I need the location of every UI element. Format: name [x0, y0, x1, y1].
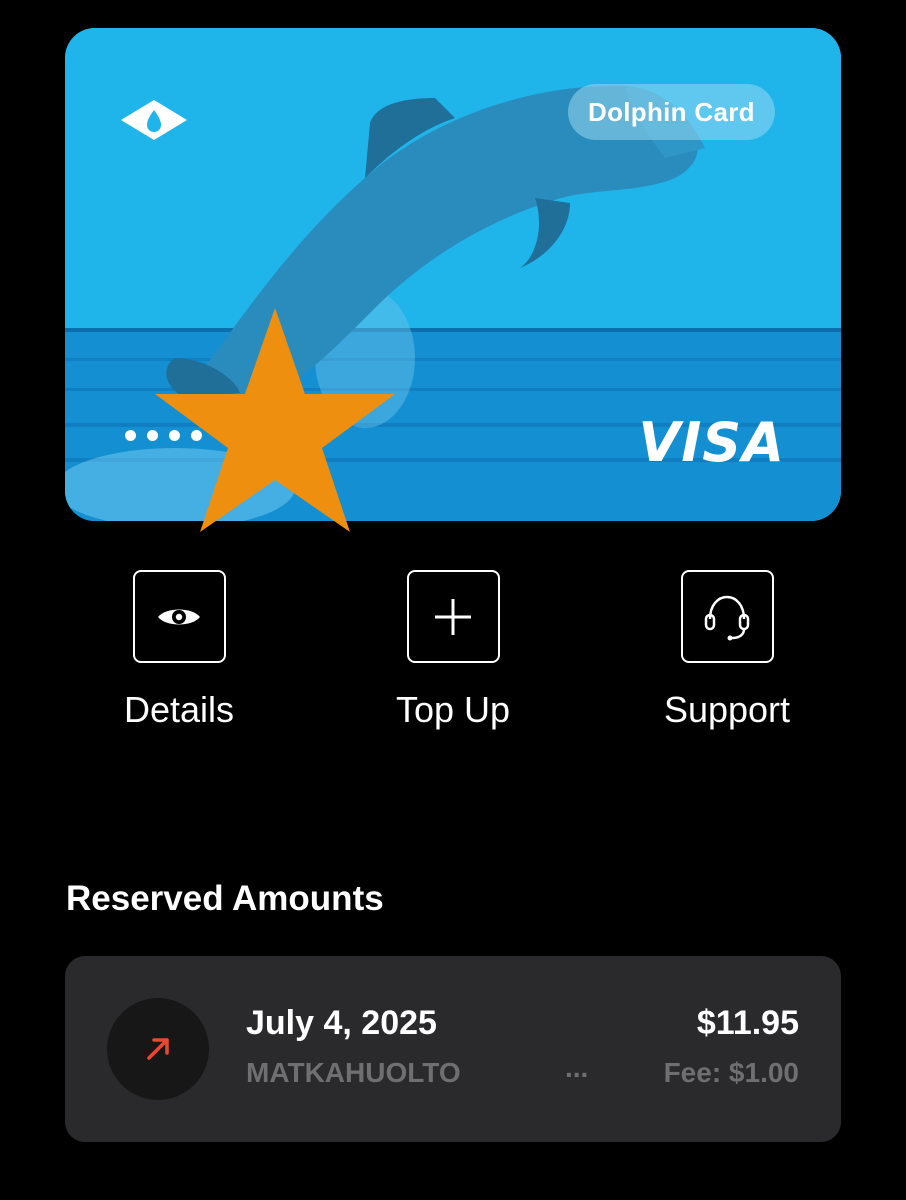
top-up-action[interactable]: Top Up [353, 570, 553, 731]
support-action[interactable]: Support [627, 570, 827, 731]
visa-logo: VISA [638, 411, 785, 474]
transaction-avatar [107, 998, 209, 1100]
arrow-up-right-icon [147, 1038, 169, 1060]
eye-icon [158, 609, 200, 624]
brand-logo [121, 100, 187, 140]
top-up-button[interactable] [406, 570, 500, 663]
transaction-more: ... [565, 1052, 589, 1083]
reserved-amount-item[interactable]: July 4, 2025 MATKAHUOLTO ... $11.95 Fee:… [65, 956, 841, 1142]
support-button[interactable] [680, 570, 774, 663]
details-action[interactable]: Details [79, 570, 279, 731]
transaction-amount: $11.95 [696, 1004, 799, 1042]
reserved-amounts-title: Reserved Amounts [66, 879, 384, 918]
transaction-merchant: MATKAHUOLTO [246, 1057, 461, 1088]
top-up-label: Top Up [395, 689, 511, 730]
card-name-badge: Dolphin Card [568, 84, 775, 140]
support-label: Support [663, 689, 791, 730]
headset-icon [704, 595, 750, 640]
details-label: Details [123, 689, 235, 730]
transaction-fee: Fee: $1.00 [663, 1057, 799, 1088]
star-icon [155, 308, 395, 532]
plus-icon [435, 598, 471, 635]
details-button[interactable] [132, 570, 226, 663]
transaction-date: July 4, 2025 [246, 1004, 437, 1042]
